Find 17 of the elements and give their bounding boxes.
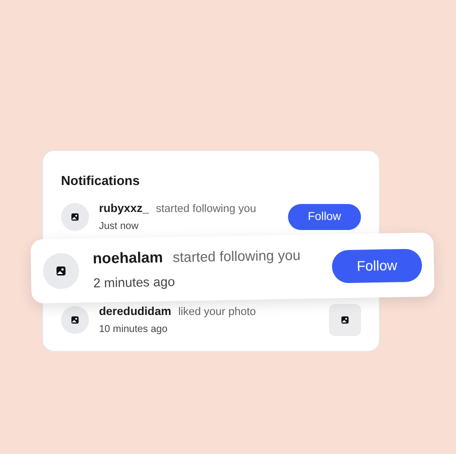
image-icon xyxy=(71,213,79,222)
time-text: Just now xyxy=(99,220,140,234)
action-text: started following you xyxy=(172,245,301,266)
username: noehalam xyxy=(92,247,164,269)
action-text: started following you xyxy=(156,202,256,216)
username: rubyxxz_ xyxy=(99,202,149,216)
time-text: 10 minutes ago xyxy=(99,323,168,337)
panel-title: Notifications xyxy=(61,172,141,190)
image-icon xyxy=(341,316,349,324)
follow-button[interactable]: Follow xyxy=(288,204,361,230)
photo-thumbnail[interactable] xyxy=(329,304,361,336)
follow-button[interactable]: Follow xyxy=(332,248,422,282)
action-text: liked your photo xyxy=(178,304,256,320)
image-icon xyxy=(71,316,79,324)
username: deredudidam xyxy=(99,304,172,320)
image-icon xyxy=(56,266,66,276)
time-text: 2 minutes ago xyxy=(93,272,176,292)
